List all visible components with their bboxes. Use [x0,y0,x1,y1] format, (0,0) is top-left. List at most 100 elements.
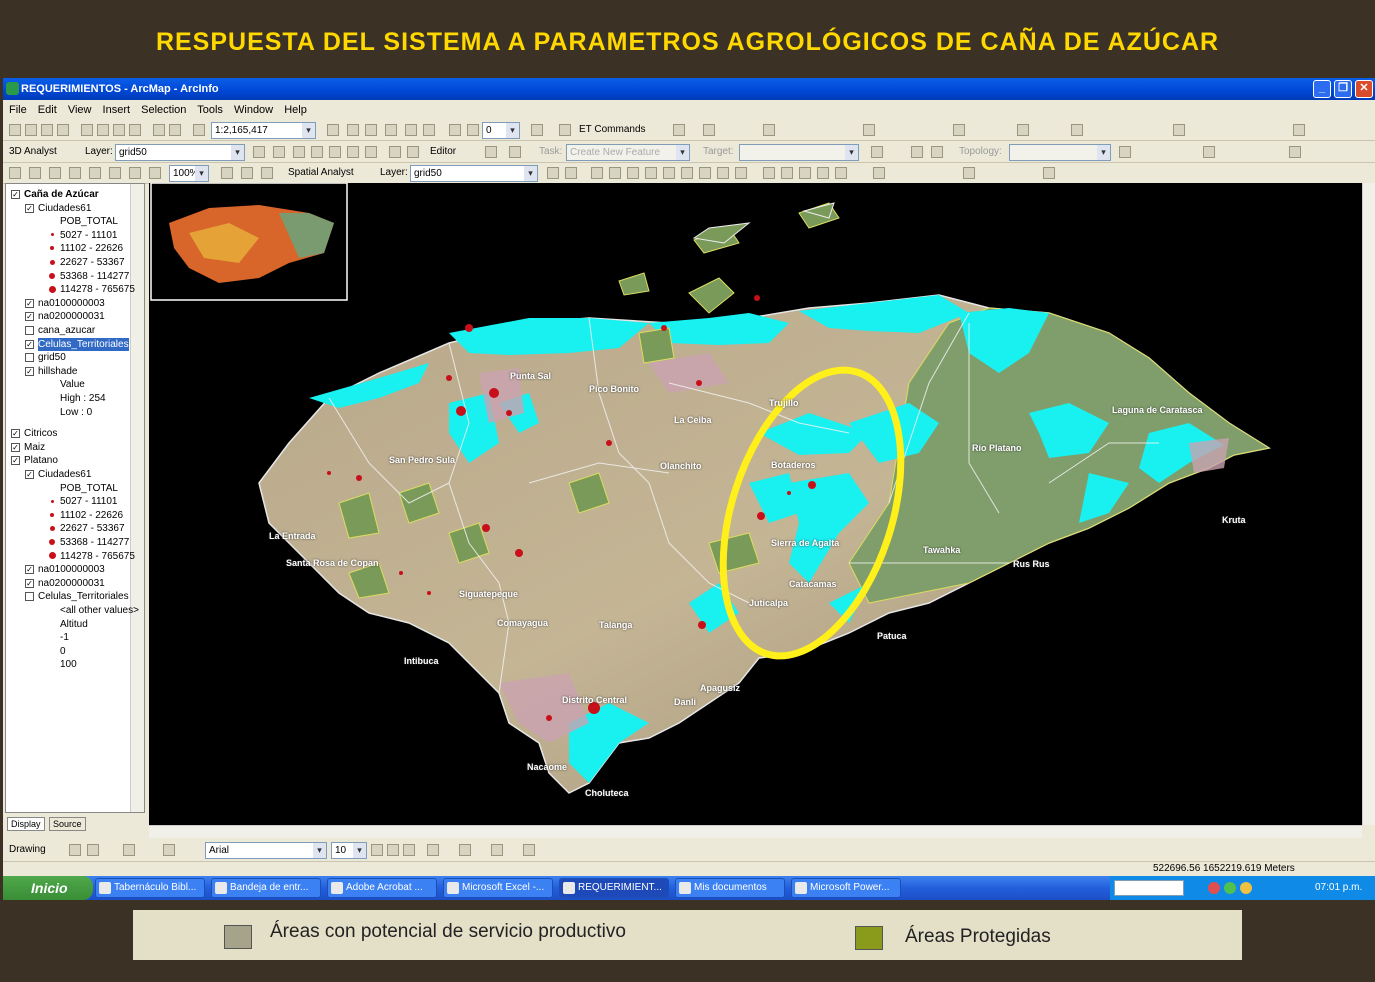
toc-row[interactable]: Altitud [60,618,88,631]
zoom-100-icon[interactable] [89,167,101,179]
layer-visibility-checkbox[interactable]: ✓ [25,203,34,213]
minimize-button[interactable]: _ [1313,80,1331,98]
layer-visibility-checkbox[interactable]: ✓ [11,429,20,439]
3d-analyst-menu[interactable]: 3D Analyst [9,144,75,161]
new-line-icon[interactable] [123,844,135,856]
start-button[interactable]: Inicio [3,876,93,900]
fill-color-icon[interactable] [459,844,471,856]
split-tool-icon[interactable] [871,146,883,158]
font-color-icon[interactable] [427,844,439,856]
layout-zoom-out-icon[interactable] [29,167,41,179]
sketch-tool-icon[interactable] [509,146,521,158]
task-mis-documentos[interactable]: Mis documentos [675,878,785,898]
et-geowizards-icon[interactable] [559,124,571,136]
select-elements-icon[interactable] [673,124,685,136]
sa-layer-combo[interactable]: grid50 [410,165,538,182]
arccatalog-icon[interactable] [365,124,377,136]
new-text-icon[interactable] [163,844,175,856]
task-powerpoint[interactable]: Microsoft Power... [791,878,901,898]
focus-data-frame-icon[interactable] [241,167,253,179]
create-contours-icon[interactable] [253,146,265,158]
editor-menu[interactable]: Editor [430,144,474,161]
toc-row[interactable]: Ciudades61 [38,202,91,215]
go-back-icon[interactable] [149,167,161,179]
fixed-zoom-out-map-icon[interactable] [645,167,657,179]
hyperlink-icon[interactable] [835,167,847,179]
copy-icon[interactable] [97,124,109,136]
layer-visibility-checkbox[interactable]: ✓ [11,442,20,452]
pan-icon[interactable] [663,167,675,179]
toc-row[interactable]: 11102 - 22626 [60,509,123,522]
editor-toolbar-icon[interactable] [327,124,339,136]
layer-visibility-checkbox[interactable]: ✓ [11,456,20,466]
print-icon[interactable] [57,124,69,136]
bold-icon[interactable] [371,844,383,856]
save-icon[interactable] [41,124,53,136]
georef-icon[interactable] [873,167,885,179]
underline-icon[interactable] [403,844,415,856]
menu-edit[interactable]: Edit [38,104,57,116]
zero-field-combo[interactable]: 0 [482,122,520,139]
toc-row[interactable]: Platano [24,454,58,467]
zoom-whole-page-icon[interactable] [69,167,81,179]
task-requerimientos[interactable]: REQUERIMIENT... [559,878,669,898]
italic-icon[interactable] [387,844,399,856]
line-tool-icon[interactable] [953,124,965,136]
utility-icon[interactable] [1043,167,1055,179]
full-extent-icon[interactable] [681,167,693,179]
close-button[interactable]: ✕ [1355,80,1373,98]
layer-visibility-checkbox[interactable] [25,592,34,602]
arctoolbox-icon[interactable] [347,124,359,136]
fixed-zoom-in-icon[interactable] [109,167,121,179]
select-arrow-icon[interactable] [69,844,81,856]
cut-icon[interactable] [81,124,93,136]
toc-row[interactable]: na0100000003 [38,563,105,576]
menu-tools[interactable]: Tools [197,104,223,116]
line-of-sight-icon[interactable] [293,146,305,158]
layout-tool-icon[interactable] [1293,124,1305,136]
toc-row[interactable]: Celulas_Territoriales [38,590,129,603]
add-data-icon[interactable] [193,124,205,136]
open-icon[interactable] [25,124,37,136]
marker-color-icon[interactable] [523,844,535,856]
spatial-analyst-menu[interactable]: Spatial Analyst [288,165,366,182]
fixed-zoom-out-icon[interactable] [129,167,141,179]
toc-row[interactable]: na0200000031 [38,310,105,323]
validate-topology-icon[interactable] [1203,146,1215,158]
scene-icon[interactable] [467,124,479,136]
toc-row[interactable]: Caña de Azúcar [24,188,99,201]
tray-antivirus-icon[interactable] [1208,882,1220,894]
toc-row[interactable]: 22627 - 53367 [60,256,125,269]
measure-tool-icon[interactable] [1173,124,1185,136]
menu-view[interactable]: View [68,104,92,116]
toc-row[interactable]: High : 254 [60,392,106,405]
tray-volume-icon[interactable] [1240,882,1252,894]
paste-icon[interactable] [113,124,125,136]
delete-icon[interactable] [129,124,141,136]
histogram-icon[interactable] [565,167,577,179]
arcglobe-icon[interactable] [407,146,419,158]
layer-visibility-checkbox[interactable]: ✓ [25,339,34,349]
layer-visibility-checkbox[interactable]: ✓ [25,298,34,308]
toc-row[interactable]: na0200000031 [38,577,105,590]
toc-row[interactable]: na0100000003 [38,297,105,310]
layout-zoom-in-icon[interactable] [9,167,21,179]
layout-zoom-combo[interactable]: 100% [169,165,209,182]
zoom-in-icon[interactable] [591,167,603,179]
layer-visibility-checkbox[interactable] [25,326,34,335]
map-vertical-scrollbar[interactable] [1362,183,1375,825]
toc-row[interactable]: Citricos [24,427,57,440]
title-bar[interactable]: REQUERIMIENTOS - ArcMap - ArcInfo _ ❐ ✕ [3,78,1375,100]
layer-visibility-checkbox[interactable]: ✓ [11,190,20,199]
drawing-menu[interactable]: Drawing [9,842,61,859]
toc-row[interactable]: 100 [60,658,77,671]
font-combo[interactable]: Arial [205,842,327,859]
toc-row[interactable]: Low : 0 [60,406,92,419]
tab-source[interactable]: Source [49,817,86,831]
search-box[interactable] [1114,880,1184,896]
toc-row[interactable]: 5027 - 11101 [60,229,117,242]
previous-extent-icon[interactable] [699,167,711,179]
layer-visibility-checkbox[interactable]: ✓ [25,470,34,479]
toc-row[interactable]: 114278 - 765675 [60,550,135,563]
layer-visibility-checkbox[interactable]: ✓ [25,565,34,575]
